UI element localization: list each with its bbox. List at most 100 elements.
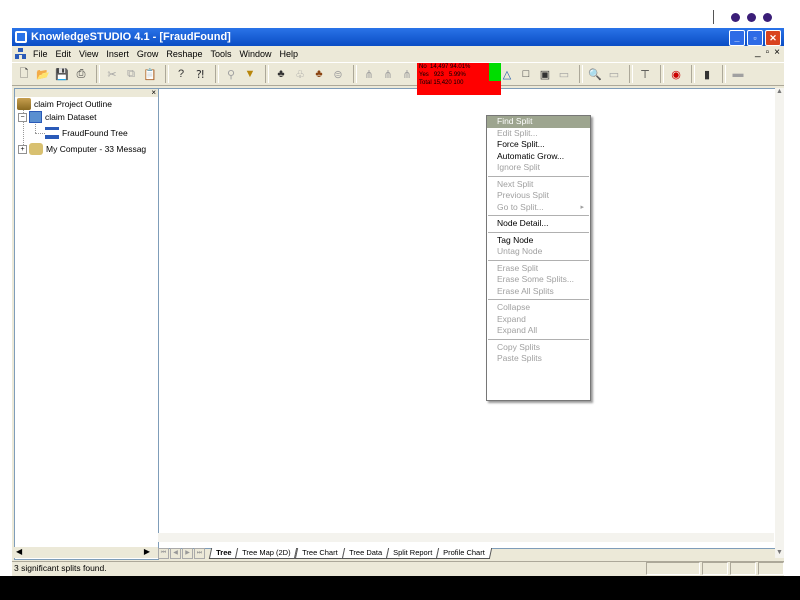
menu-window[interactable]: Window [235,49,275,59]
toolbar-separator [629,65,633,83]
tree-item-label: claim Project Outline [34,99,112,109]
context-item-next-split[interactable]: Next Split [487,179,590,191]
collapse-toggle[interactable]: − [18,112,27,122]
context-item-erase-some-splits[interactable]: Erase Some Splits... [487,274,590,286]
target-icon[interactable]: ◉ [668,66,684,82]
status-pane [646,562,700,575]
open-icon[interactable]: 📂 [35,66,51,82]
context-item-node-detail[interactable]: Node Detail... [487,218,590,230]
rule2-icon[interactable]: ▭ [606,66,622,82]
context-item-expand-all[interactable]: Expand All [487,325,590,337]
dot-1 [731,12,740,22]
expand-toggle[interactable]: + [18,144,27,154]
split-tool-2-icon[interactable]: ⋔ [380,66,396,82]
pane-header: × [15,88,158,97]
project-outline-pane: × claim Project Outline − claim Dataset … [14,88,159,560]
copy-icon[interactable]: ⧉ [123,66,139,82]
save-icon[interactable]: 💾 [54,66,70,82]
tree-canvas[interactable] [158,88,776,549]
menu-reshape[interactable]: Reshape [162,49,206,59]
document-menu-icon[interactable] [15,48,26,59]
context-item-previous-split[interactable]: Previous Split [487,190,590,202]
crane-icon[interactable]: ⊤ [637,66,653,82]
context-item-force-split[interactable]: Force Split... [487,139,590,151]
help-icon[interactable]: ? [173,66,189,82]
menu-grow[interactable]: Grow [133,49,163,59]
context-item-automatic-grow[interactable]: Automatic Grow... [487,151,590,163]
minimize-button[interactable]: _ [729,30,745,46]
split-icon[interactable]: ⚲ [223,66,239,82]
menu-insert[interactable]: Insert [102,49,133,59]
view-tabs: ⏮ ◀ ▶ ⏭ Tree Tree Map (2D) Tree Chart Tr… [158,548,492,559]
prune-icon[interactable]: ♧ [292,66,308,82]
tree-node-root[interactable]: No 14,497 94.01% Yes 923 5.99% Total 15,… [417,63,501,95]
doc-close-button[interactable]: × [774,47,780,58]
rule-icon[interactable]: ▭ [556,66,572,82]
close-button[interactable]: ✕ [765,30,781,46]
split-tool-1-icon[interactable]: ⋔ [361,66,377,82]
context-help-icon[interactable]: ⁈ [192,66,208,82]
project-icon [17,98,31,110]
menu-tools[interactable]: Tools [206,49,235,59]
context-item-untag-node[interactable]: Untag Node [487,246,590,258]
book-icon[interactable]: ▮ [699,66,715,82]
filter-icon[interactable]: ▼ [242,66,258,82]
menu-edit[interactable]: Edit [52,49,76,59]
split-tool-3-icon[interactable]: ⋔ [399,66,415,82]
tree-item-dataset[interactable]: − claim Dataset [18,111,97,123]
restore-button[interactable]: ▫ [747,30,763,46]
context-item-edit-split[interactable]: Edit Split... [487,128,590,140]
context-item-go-to-split[interactable]: Go to Split... ▸ [487,202,590,214]
menu-separator [488,215,589,216]
cut-icon[interactable]: ✂ [104,66,120,82]
new-icon[interactable]: 🗋 [16,66,32,82]
scroll-up-icon[interactable]: ▲ [775,88,784,97]
status-pane [730,562,756,575]
tab-tree-map[interactable]: Tree Map (2D) [235,548,299,559]
grow-icon[interactable]: ♣ [273,66,289,82]
triangle-icon[interactable]: △ [499,66,515,82]
context-item-collapse[interactable]: Collapse [487,302,590,314]
context-item-tag-node[interactable]: Tag Node [487,235,590,247]
context-item-copy-splits[interactable]: Copy Splits [487,342,590,354]
context-item-expand[interactable]: Expand [487,314,590,326]
table-icon[interactable]: ⊜ [330,66,346,82]
tab-profile-chart[interactable]: Profile Chart [435,548,492,559]
doc-restore-button[interactable]: ▫ [766,47,770,58]
find-icon[interactable]: 🔍 [587,66,603,82]
menu-view[interactable]: View [75,49,102,59]
print-icon[interactable]: ⎙ [73,66,89,82]
left-pane-scrollbar[interactable]: ◀ ▶ [14,547,158,558]
tree-item-my-computer[interactable]: + My Computer - 33 Messag [18,143,146,155]
pane-close-button[interactable]: × [151,88,156,97]
horizontal-scrollbar[interactable] [158,533,774,542]
box2-icon[interactable]: ▣ [537,66,553,82]
context-item-paste-splits[interactable]: Paste Splits [487,353,590,365]
expand-icon[interactable]: ♣ [311,66,327,82]
tab-next-icon[interactable]: ▶ [182,548,193,559]
context-item-find-split[interactable]: Find Split [487,116,590,128]
context-item-ignore-split[interactable]: Ignore Split [487,162,590,174]
scroll-right-icon[interactable]: ▶ [144,547,150,556]
tab-prev-icon[interactable]: ◀ [170,548,181,559]
context-item-erase-all-splits[interactable]: Erase All Splits [487,286,590,298]
tab-tree-chart[interactable]: Tree Chart [294,548,345,559]
paste-icon[interactable]: 📋 [142,66,158,82]
tab-first-icon[interactable]: ⏮ [158,548,169,559]
doc-minimize-button[interactable]: _ [755,47,761,58]
menu-file[interactable]: File [29,49,52,59]
menu-help[interactable]: Help [275,49,302,59]
marker-icon[interactable]: ▬ [730,66,746,82]
tree-item-project[interactable]: claim Project Outline [17,98,112,110]
scroll-down-icon[interactable]: ▼ [775,549,784,558]
scroll-left-icon[interactable]: ◀ [16,547,22,556]
tab-split-report[interactable]: Split Report [385,548,439,559]
context-item-erase-split[interactable]: Erase Split [487,263,590,275]
box-icon[interactable]: □ [518,66,534,82]
window-title: KnowledgeSTUDIO 4.1 - [FraudFound] [31,31,231,43]
vertical-scrollbar[interactable]: ▲ ▼ [775,88,784,558]
tab-last-icon[interactable]: ⏭ [194,548,205,559]
tree-item-fraudfound[interactable]: FraudFound Tree [45,127,128,139]
title-bar: KnowledgeSTUDIO 4.1 - [FraudFound] _ ▫ ✕ [12,28,784,46]
tab-tree-data[interactable]: Tree Data [341,548,389,559]
